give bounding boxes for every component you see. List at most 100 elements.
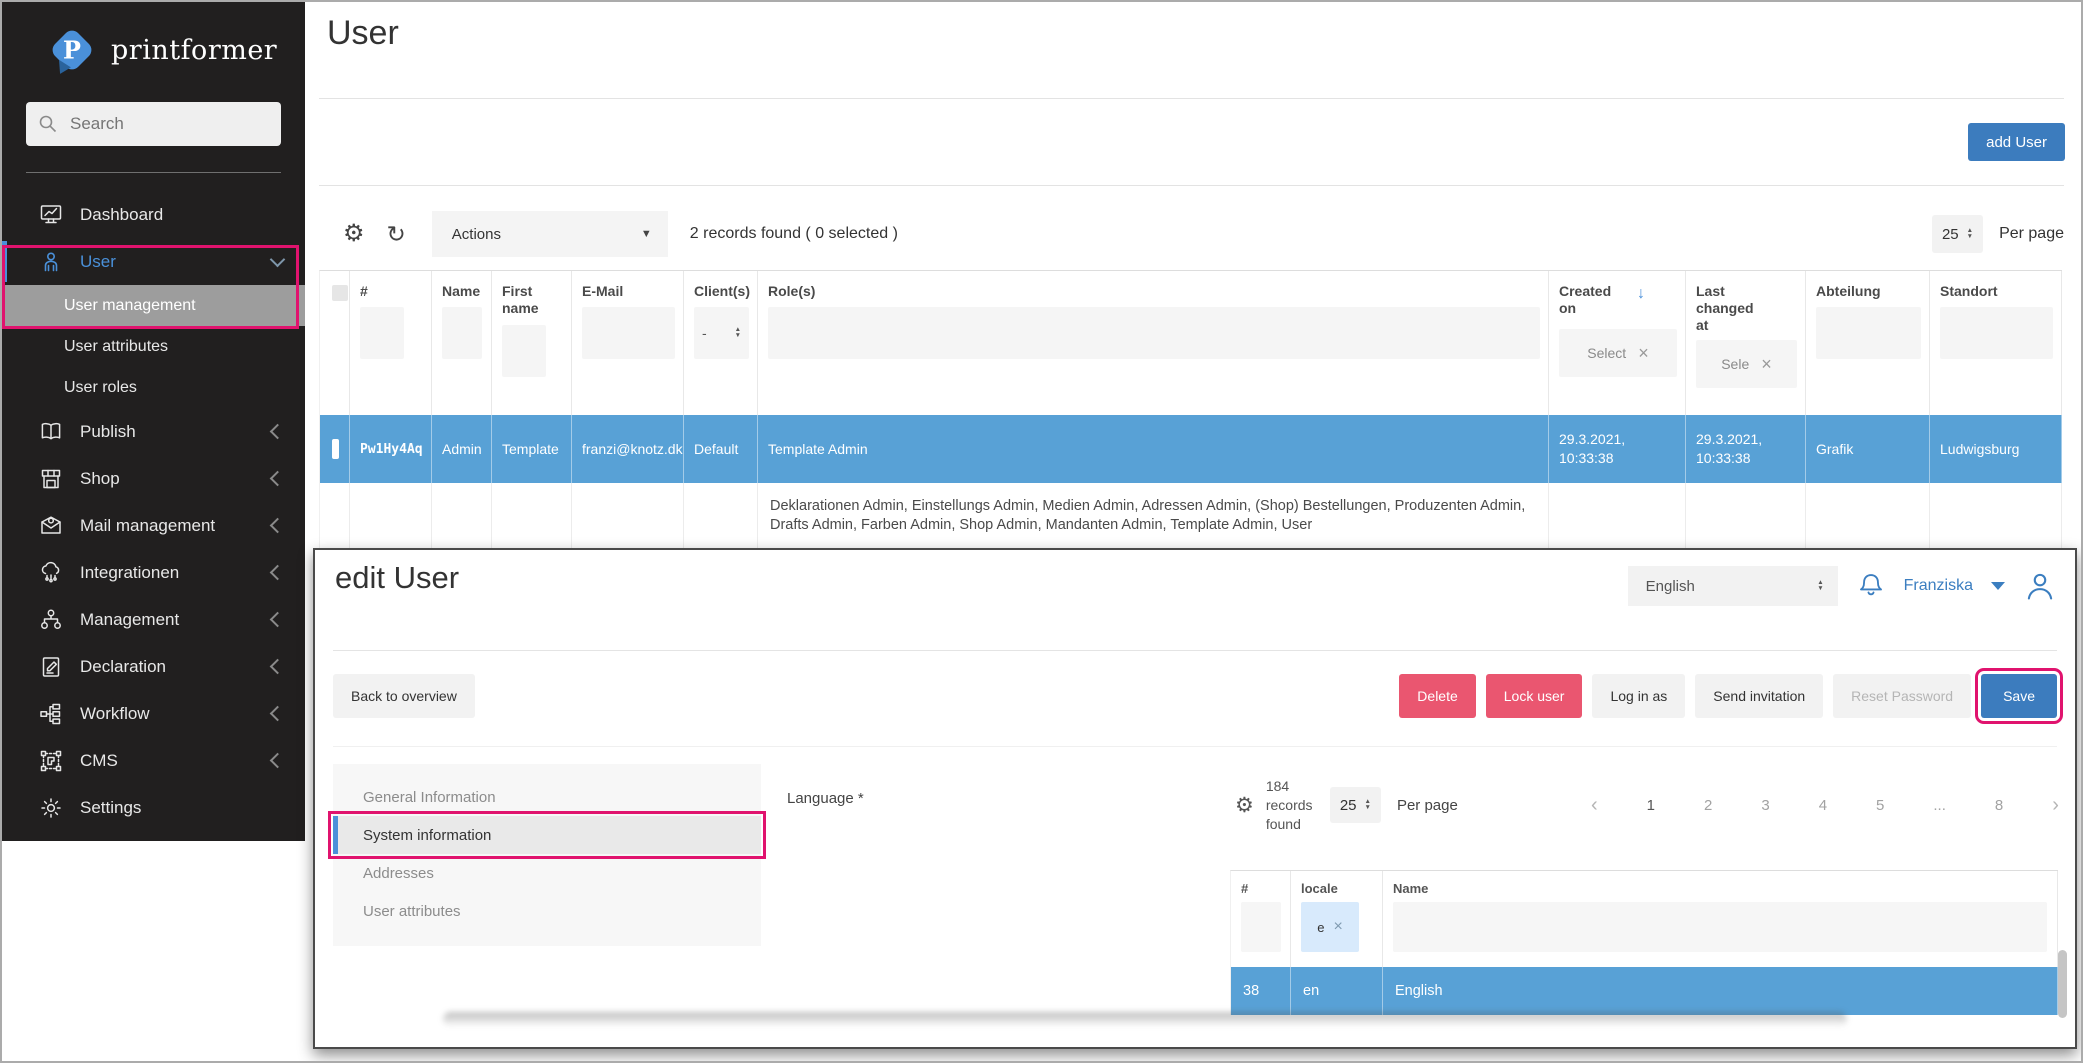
log-in-as-button[interactable]: Log in as bbox=[1592, 674, 1685, 718]
page-button-1[interactable]: 1 bbox=[1647, 797, 1655, 814]
name-filter-input[interactable] bbox=[1393, 902, 2047, 952]
tab-general-information[interactable]: General Information bbox=[333, 778, 761, 816]
bell-icon[interactable] bbox=[1856, 571, 1886, 601]
account-caret-icon[interactable] bbox=[1991, 582, 2005, 590]
lock-user-button[interactable]: Lock user bbox=[1486, 674, 1583, 718]
locale-filter-input[interactable]: e × bbox=[1301, 902, 1359, 952]
tab-addresses[interactable]: Addresses bbox=[333, 854, 761, 892]
sidebar-item-label: Settings bbox=[80, 798, 141, 818]
id-filter-input[interactable] bbox=[1241, 902, 1281, 952]
abteilung-filter-input[interactable] bbox=[1816, 307, 1921, 359]
language-row-cell-name[interactable]: English bbox=[1383, 967, 2058, 1015]
sidebar-item-label: Shop bbox=[80, 469, 120, 489]
sidebar-item-settings[interactable]: Settings bbox=[2, 784, 305, 831]
reset-password-button[interactable]: Reset Password bbox=[1833, 674, 1971, 718]
sidebar: P printformer Dashboa bbox=[2, 2, 305, 841]
divider bbox=[333, 746, 2057, 747]
locale-filter-value: e bbox=[1317, 920, 1324, 935]
chevron-left-icon bbox=[270, 424, 286, 440]
last-changed-filter-select[interactable]: Sele × bbox=[1696, 340, 1797, 388]
save-button[interactable]: Save bbox=[1981, 674, 2057, 718]
back-to-overview-button[interactable]: Back to overview bbox=[333, 674, 475, 718]
chevron-left-icon bbox=[270, 706, 286, 722]
clear-filter-icon[interactable]: × bbox=[1333, 918, 1342, 936]
sidebar-search[interactable] bbox=[26, 102, 281, 146]
sidebar-item-user-attributes[interactable]: User attributes bbox=[2, 326, 305, 367]
language-row-cell-id[interactable]: 38 bbox=[1231, 967, 1291, 1015]
standort-filter-input[interactable] bbox=[1940, 307, 2053, 359]
sort-desc-icon[interactable]: ↓ bbox=[1637, 285, 1645, 303]
page-button-3[interactable]: 3 bbox=[1761, 797, 1769, 814]
language-select[interactable]: English ▲▼ bbox=[1628, 566, 1838, 606]
storefront-icon bbox=[38, 466, 64, 492]
select-all-checkbox[interactable] bbox=[332, 285, 348, 301]
scrollbar-thumb[interactable] bbox=[2058, 950, 2067, 1018]
column-header-abteilung: Abteilung bbox=[1806, 271, 1930, 415]
tab-system-information[interactable]: System information bbox=[333, 816, 761, 854]
sidebar-item-user[interactable]: User bbox=[2, 238, 305, 285]
sidebar-item-label: CMS bbox=[80, 751, 118, 771]
sidebar-item-label: Integrationen bbox=[80, 563, 179, 583]
first-name-filter-input[interactable] bbox=[502, 325, 546, 377]
add-user-button[interactable]: add User bbox=[1968, 123, 2065, 161]
logo: P printformer bbox=[2, 2, 305, 98]
gear-icon[interactable]: ⚙ bbox=[343, 222, 365, 246]
page-title: User bbox=[327, 14, 399, 53]
sidebar-nav: Dashboard User User management User att bbox=[2, 173, 305, 831]
page-button-8[interactable]: 8 bbox=[1995, 797, 2003, 814]
sidebar-item-workflow[interactable]: Workflow bbox=[2, 690, 305, 737]
name-filter-input[interactable] bbox=[442, 307, 482, 359]
workflow-icon bbox=[38, 701, 64, 727]
cms-layout-icon bbox=[38, 748, 64, 774]
stepper-icon: ▲▼ bbox=[1817, 580, 1823, 592]
cell-created-on: 29.3.2021, 10:33:38 bbox=[1549, 415, 1686, 483]
send-invitation-button[interactable]: Send invitation bbox=[1695, 674, 1823, 718]
sidebar-item-publish[interactable]: Publish bbox=[2, 408, 305, 455]
roles-filter-input[interactable] bbox=[768, 307, 1540, 359]
svg-text:P: P bbox=[63, 37, 81, 65]
sidebar-item-cms[interactable]: CMS bbox=[2, 737, 305, 784]
id-filter-input[interactable] bbox=[360, 307, 404, 359]
gear-icon bbox=[38, 795, 64, 821]
sidebar-item-label: Workflow bbox=[80, 704, 150, 724]
language-row-cell-locale[interactable]: en bbox=[1291, 967, 1383, 1015]
gear-icon[interactable]: ⚙ bbox=[1235, 795, 1254, 816]
row-checkbox[interactable] bbox=[332, 439, 339, 459]
table-row[interactable] bbox=[320, 415, 350, 483]
mail-icon bbox=[38, 513, 64, 539]
tab-user-attributes[interactable]: User attributes bbox=[333, 892, 761, 930]
created-on-filter-select[interactable]: Select × bbox=[1559, 329, 1677, 377]
sidebar-item-user-roles[interactable]: User roles bbox=[2, 367, 305, 408]
page-button-4[interactable]: 4 bbox=[1819, 797, 1827, 814]
per-page-select[interactable]: 25 ▲▼ bbox=[1932, 215, 1983, 253]
sidebar-item-integrationen[interactable]: Integrationen bbox=[2, 549, 305, 596]
delete-button[interactable]: Delete bbox=[1399, 674, 1475, 718]
page-button-5[interactable]: 5 bbox=[1876, 797, 1884, 814]
clear-filter-icon[interactable]: × bbox=[1638, 343, 1649, 364]
sidebar-item-management[interactable]: Management bbox=[2, 596, 305, 643]
account-icon[interactable] bbox=[2023, 569, 2057, 603]
account-name[interactable]: Franziska bbox=[1904, 577, 1973, 595]
chevron-down-icon bbox=[270, 252, 286, 268]
sidebar-item-shop[interactable]: Shop bbox=[2, 455, 305, 502]
sidebar-item-dashboard[interactable]: Dashboard bbox=[2, 191, 305, 238]
email-filter-input[interactable] bbox=[582, 307, 675, 359]
page-next-icon[interactable]: › bbox=[2052, 794, 2059, 817]
divider bbox=[319, 98, 2064, 99]
per-page-select[interactable]: 25 ▲▼ bbox=[1330, 787, 1381, 823]
page-ellipsis: ... bbox=[1933, 797, 1946, 814]
search-input[interactable] bbox=[68, 113, 252, 135]
language-field-label: Language * bbox=[787, 790, 864, 807]
cell-name: Admin bbox=[432, 415, 492, 483]
sidebar-item-user-management[interactable]: User management bbox=[2, 285, 305, 326]
sidebar-item-mail-management[interactable]: Mail management bbox=[2, 502, 305, 549]
chevron-left-icon bbox=[270, 565, 286, 581]
refresh-icon[interactable]: ↻ bbox=[387, 223, 406, 246]
page-button-2[interactable]: 2 bbox=[1704, 797, 1712, 814]
sidebar-item-declaration[interactable]: Declaration bbox=[2, 643, 305, 690]
clear-filter-icon[interactable]: × bbox=[1761, 354, 1772, 375]
language-list-toolbar: ⚙ 184 records found 25 ▲▼ Per page ‹ 1 2… bbox=[1235, 762, 2059, 848]
actions-dropdown[interactable]: Actions ▼ bbox=[432, 211, 668, 257]
clients-filter-select[interactable]: - ▲▼ bbox=[694, 307, 749, 359]
page-prev-icon[interactable]: ‹ bbox=[1591, 794, 1598, 817]
